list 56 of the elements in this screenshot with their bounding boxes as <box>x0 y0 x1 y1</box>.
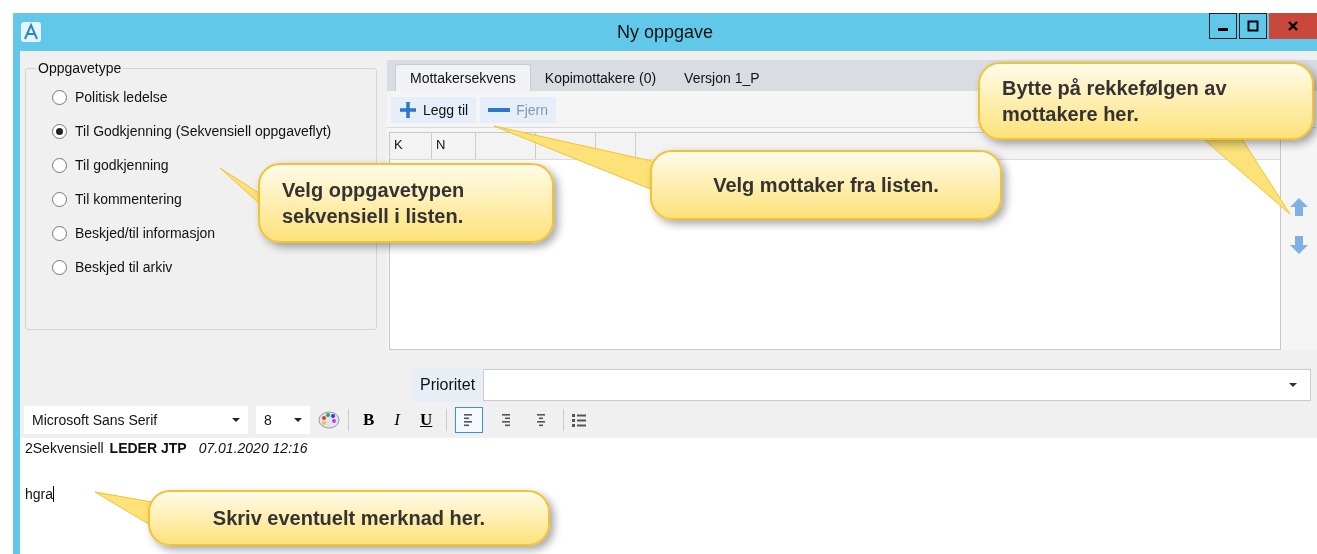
radio-option[interactable]: Til Godkjenning (Sekvensiell oppgaveflyt) <box>52 114 332 148</box>
column-header[interactable]: K <box>390 133 432 159</box>
font-size-dropdown[interactable]: 8 <box>256 406 310 434</box>
window-title: Ny oppgave <box>616 21 714 43</box>
dropdown-caret-icon <box>232 417 240 423</box>
callout-bubble: Velg oppgavetypen sekvensiell i listen. <box>258 163 554 243</box>
radio-label: Beskjed/til informasjon <box>75 225 216 241</box>
dropdown-caret-icon <box>294 417 302 423</box>
sender-name: LEDER JTP <box>109 440 187 456</box>
callout-bubble: Bytte på rekkefølgen av mottakere her. <box>978 62 1314 140</box>
text-cursor <box>53 486 55 502</box>
callout-bubble: Velg mottaker fra listen. <box>650 150 1002 220</box>
underline-button[interactable]: U <box>414 408 439 432</box>
radio-label: Til kommentering <box>75 191 182 207</box>
list-icon[interactable] <box>572 413 587 427</box>
radio-button[interactable] <box>52 225 67 241</box>
bold-button[interactable]: B <box>357 408 381 432</box>
tab[interactable]: Versjon 1_P <box>670 64 774 91</box>
radio-option[interactable]: Til kommentering <box>52 182 182 216</box>
minimize-icon <box>1218 27 1228 31</box>
callout-bubble: Skriv eventuelt merknad her. <box>148 490 550 546</box>
dropdown-caret-icon <box>1288 382 1298 388</box>
radio-option[interactable]: Til godkjenning <box>52 148 169 182</box>
align-left-button[interactable] <box>455 407 484 433</box>
radio-button[interactable] <box>52 123 67 139</box>
column-header[interactable]: N <box>432 133 476 159</box>
radio-button[interactable] <box>52 191 67 207</box>
comment-text: hgra <box>25 486 54 502</box>
italic-button[interactable]: I <box>388 408 406 432</box>
minimize-button[interactable] <box>1209 13 1237 39</box>
radio-option[interactable]: Beskjed til arkiv <box>52 250 173 284</box>
priority-label: Prioritet <box>419 376 477 394</box>
close-button[interactable] <box>1269 13 1317 39</box>
radio-label: Til godkjenning <box>75 157 169 173</box>
radio-label: Til Godkjenning (Sekvensiell oppgaveflyt) <box>75 123 332 139</box>
tab[interactable]: Mottakersekvens <box>395 64 531 91</box>
maximize-button[interactable] <box>1239 13 1267 39</box>
font-dropdown[interactable]: Microsoft Sans Serif <box>24 406 248 434</box>
maximize-icon <box>1247 20 1259 32</box>
group-label: Oppgavetype <box>37 60 123 76</box>
sender-text: 2Sekvensiell <box>25 440 104 456</box>
radio-label: Politisk ledelse <box>75 89 168 105</box>
radio-option[interactable]: Beskjed/til informasjon <box>52 216 216 250</box>
add-button[interactable]: Legg til <box>391 97 477 123</box>
radio-button[interactable] <box>52 89 67 105</box>
minus-icon <box>488 108 511 112</box>
color-palette-icon[interactable] <box>318 410 340 430</box>
close-icon <box>1287 20 1299 32</box>
radio-label: Beskjed til arkiv <box>75 259 173 275</box>
radio-button[interactable] <box>52 259 67 275</box>
timestamp: 07.01.2020 12:16 <box>198 440 308 456</box>
app-logo-icon <box>20 21 42 43</box>
tab[interactable]: Kopimottakere (0) <box>530 64 671 91</box>
radio-button[interactable] <box>52 157 67 173</box>
radio-option[interactable]: Politisk ledelse <box>52 80 168 114</box>
plus-icon <box>399 101 417 119</box>
